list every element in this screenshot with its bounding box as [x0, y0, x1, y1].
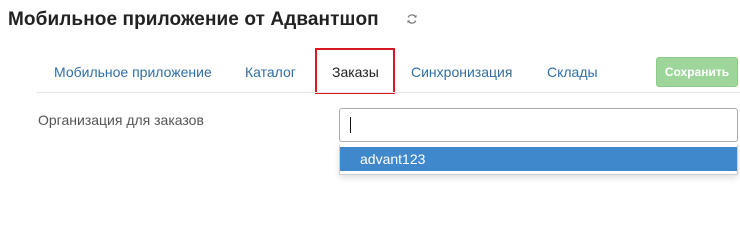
tab-mobile-app[interactable]: Мобильное приложение	[54, 64, 212, 80]
tab-sync[interactable]: Синхронизация	[411, 64, 512, 80]
tab-orders[interactable]: Заказы	[332, 64, 379, 80]
page-title: Мобильное приложение от Адвантшоп	[8, 9, 379, 30]
text-caret	[350, 117, 351, 133]
tab-warehouses[interactable]: Склады	[547, 64, 598, 80]
organization-dropdown: advant123	[339, 145, 738, 175]
dropdown-option-advant123[interactable]: advant123	[340, 147, 737, 171]
save-button[interactable]: Сохранить	[656, 57, 738, 87]
tabs-divider	[36, 92, 740, 93]
tab-catalog[interactable]: Каталог	[245, 64, 296, 80]
organization-search-input[interactable]	[339, 108, 738, 142]
organization-label: Организация для заказов	[38, 112, 204, 128]
tab-bar: Мобильное приложение Каталог Заказы Синх…	[36, 48, 740, 94]
refresh-icon[interactable]	[406, 13, 418, 25]
page: Мобильное приложение от Адвантшоп Мобиль…	[0, 0, 740, 211]
